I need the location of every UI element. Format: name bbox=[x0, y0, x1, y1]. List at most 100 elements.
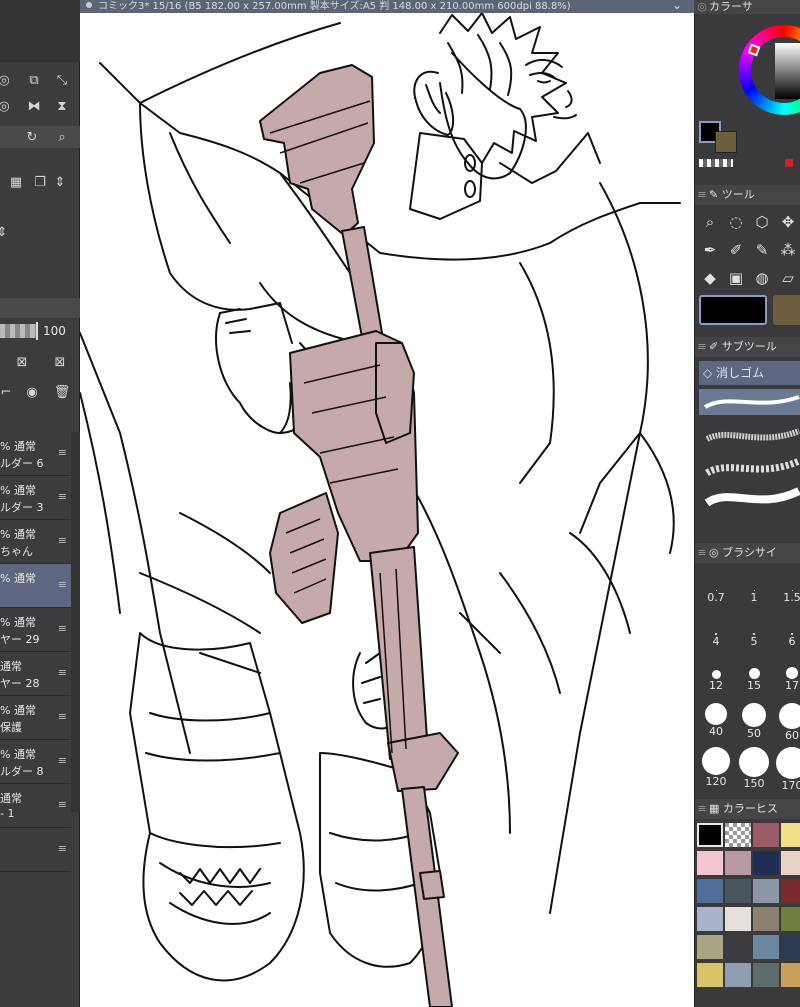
color-history-swatch[interactable] bbox=[753, 935, 779, 959]
layer-item[interactable]: % 通常 保護 ≡ bbox=[0, 696, 71, 740]
brush-preset[interactable] bbox=[699, 453, 800, 483]
color-history-swatch[interactable] bbox=[781, 823, 800, 847]
reset-icon[interactable]: ◎ bbox=[0, 96, 14, 116]
brush-size-option[interactable]: 120 bbox=[697, 745, 735, 789]
layer-item[interactable]: % 通常 ≡ bbox=[0, 564, 71, 608]
fit-icon[interactable]: ⤡ bbox=[52, 70, 72, 90]
layer-menu-icon[interactable]: ≡ bbox=[58, 622, 67, 635]
pencil-tool-icon[interactable]: ✐ bbox=[725, 239, 747, 261]
brush-size-option[interactable]: 0.7 bbox=[697, 569, 735, 613]
3d-tool-icon[interactable]: ⬡ bbox=[751, 211, 773, 233]
refresh-icon[interactable]: ↻ bbox=[22, 127, 42, 147]
brush-size-option[interactable]: 12 bbox=[697, 657, 735, 701]
trash-icon[interactable]: 🗑 bbox=[52, 382, 72, 402]
move-tool-icon[interactable]: ✥ bbox=[777, 211, 799, 233]
stepper-icon[interactable]: ⇕ bbox=[0, 222, 12, 242]
subtool-panel-header[interactable]: ≡ ✐ サブツール bbox=[695, 337, 800, 357]
color-history-swatch[interactable] bbox=[753, 823, 779, 847]
search-icon[interactable]: ⌕ bbox=[52, 127, 72, 147]
layer-menu-icon[interactable]: ≡ bbox=[58, 666, 67, 679]
clip-icon[interactable]: ⊠ bbox=[12, 352, 32, 372]
reference-icon[interactable]: ⊠ bbox=[50, 352, 70, 372]
color-history-swatch[interactable] bbox=[697, 935, 723, 959]
subtool-tab-eraser[interactable]: ◇ 消しゴム bbox=[699, 361, 800, 385]
fill-tool-icon[interactable]: ◆ bbox=[699, 267, 721, 289]
color-history-swatch[interactable] bbox=[781, 963, 800, 987]
layer-item[interactable]: 通常 - 1 ≡ bbox=[0, 784, 71, 828]
copy-transform-icon[interactable]: ⧉ bbox=[24, 70, 44, 90]
color-history-swatch[interactable] bbox=[781, 851, 800, 875]
brush-tool-icon[interactable]: ✎ bbox=[751, 239, 773, 261]
layer-menu-icon[interactable]: ≡ bbox=[58, 490, 67, 503]
mask-icon[interactable]: ◉ bbox=[22, 382, 42, 402]
lasso-tool-icon[interactable]: ◌ bbox=[725, 211, 747, 233]
sub-color-swatch[interactable] bbox=[715, 131, 737, 153]
layer-item[interactable]: % 通常 ルダー 8 ≡ bbox=[0, 740, 71, 784]
color-history-swatch[interactable] bbox=[725, 907, 751, 931]
color-history-swatch[interactable] bbox=[697, 851, 723, 875]
brush-size-option[interactable]: 17 bbox=[773, 657, 800, 701]
layer-menu-icon[interactable]: ≡ bbox=[58, 842, 67, 855]
color-history-swatch[interactable] bbox=[725, 851, 751, 875]
blend-tool-icon[interactable]: ◍ bbox=[751, 267, 773, 289]
color-history-swatch[interactable] bbox=[725, 823, 751, 847]
layer-item[interactable]: % 通常 ちゃん ≡ bbox=[0, 520, 71, 564]
rotate-icon[interactable]: ◎ bbox=[0, 70, 14, 90]
brush-preset[interactable] bbox=[699, 481, 800, 513]
layer-scrollbar[interactable] bbox=[71, 432, 80, 812]
drawing-canvas[interactable] bbox=[80, 13, 694, 1007]
color-history-swatch[interactable] bbox=[697, 823, 723, 847]
transparent-color-swatch[interactable] bbox=[699, 159, 733, 167]
layer-menu-icon[interactable]: ≡ bbox=[58, 754, 67, 767]
new-folder-icon[interactable]: ⌐ bbox=[0, 382, 16, 402]
ruler-tool-icon[interactable]: ▱ bbox=[777, 267, 799, 289]
color-history-swatch[interactable] bbox=[725, 963, 751, 987]
brush-size-panel-header[interactable]: ≡ ◎ ブラシサイ bbox=[695, 543, 800, 563]
brush-size-option[interactable]: 6 bbox=[773, 613, 800, 657]
tool-panel-header[interactable]: ≡ ✎ ツール bbox=[695, 185, 800, 205]
flip-horizontal-icon[interactable]: ⧓ bbox=[24, 96, 44, 116]
layer-item[interactable]: % 通常 ルダー 3 ≡ bbox=[0, 476, 71, 520]
zoom-tool-icon[interactable]: ⌕ bbox=[699, 211, 721, 233]
layer-item[interactable]: % 通常 ルダー 6 ≡ bbox=[0, 432, 71, 476]
saturation-value-box[interactable] bbox=[775, 43, 800, 99]
brush-preset-selected[interactable] bbox=[699, 389, 800, 415]
color-history-swatch[interactable] bbox=[781, 879, 800, 903]
brush-size-option[interactable]: 170 bbox=[773, 745, 800, 792]
color-history-swatch[interactable] bbox=[697, 879, 723, 903]
color-history-swatch[interactable] bbox=[697, 963, 723, 987]
color-history-header[interactable]: ≡ ▦ カラーヒス bbox=[695, 799, 800, 819]
pattern-icon[interactable]: ▦ bbox=[6, 172, 26, 192]
opacity-slider[interactable] bbox=[0, 324, 36, 338]
color-history-swatch[interactable] bbox=[725, 935, 751, 959]
layer-item[interactable]: % 通常 ヤー 29 ≡ bbox=[0, 608, 71, 652]
chevron-down-icon[interactable]: ⌄ bbox=[672, 0, 682, 12]
pen-tool-icon[interactable]: ✒ bbox=[699, 239, 721, 261]
brush-size-option[interactable]: 1.5 bbox=[773, 569, 800, 613]
color-history-swatch[interactable] bbox=[781, 907, 800, 931]
color-history-swatch[interactable] bbox=[753, 879, 779, 903]
brush-size-option[interactable]: 1 bbox=[735, 569, 773, 613]
color-history-swatch[interactable] bbox=[753, 963, 779, 987]
brush-size-option[interactable]: 60 bbox=[773, 701, 800, 745]
layer-menu-icon[interactable]: ≡ bbox=[58, 534, 67, 547]
layer-mode-icon[interactable]: ❐ bbox=[30, 172, 50, 192]
color-history-swatch[interactable] bbox=[725, 879, 751, 903]
stepper-icon[interactable]: ⇕ bbox=[50, 172, 70, 192]
brush-size-option[interactable]: 15 bbox=[735, 657, 773, 701]
current-color-sub[interactable] bbox=[773, 295, 800, 325]
color-history-swatch[interactable] bbox=[697, 907, 723, 931]
brush-size-option[interactable]: 5 bbox=[735, 613, 773, 657]
brush-size-option[interactable]: 50 bbox=[735, 701, 773, 745]
brush-size-option[interactable]: 150 bbox=[735, 745, 773, 790]
color-panel-header[interactable]: ◎ カラーサ bbox=[695, 0, 800, 14]
current-color-main[interactable] bbox=[699, 295, 767, 325]
layer-item[interactable]: 通常 ヤー 28 ≡ bbox=[0, 652, 71, 696]
brush-size-option[interactable]: 4 bbox=[697, 613, 735, 657]
airbrush-tool-icon[interactable]: ⁂ bbox=[777, 239, 799, 261]
gradient-tool-icon[interactable]: ▣ bbox=[725, 267, 747, 289]
layer-menu-icon[interactable]: ≡ bbox=[58, 578, 67, 591]
color-history-swatch[interactable] bbox=[753, 907, 779, 931]
brush-preset[interactable] bbox=[699, 419, 800, 453]
layer-menu-icon[interactable]: ≡ bbox=[58, 798, 67, 811]
